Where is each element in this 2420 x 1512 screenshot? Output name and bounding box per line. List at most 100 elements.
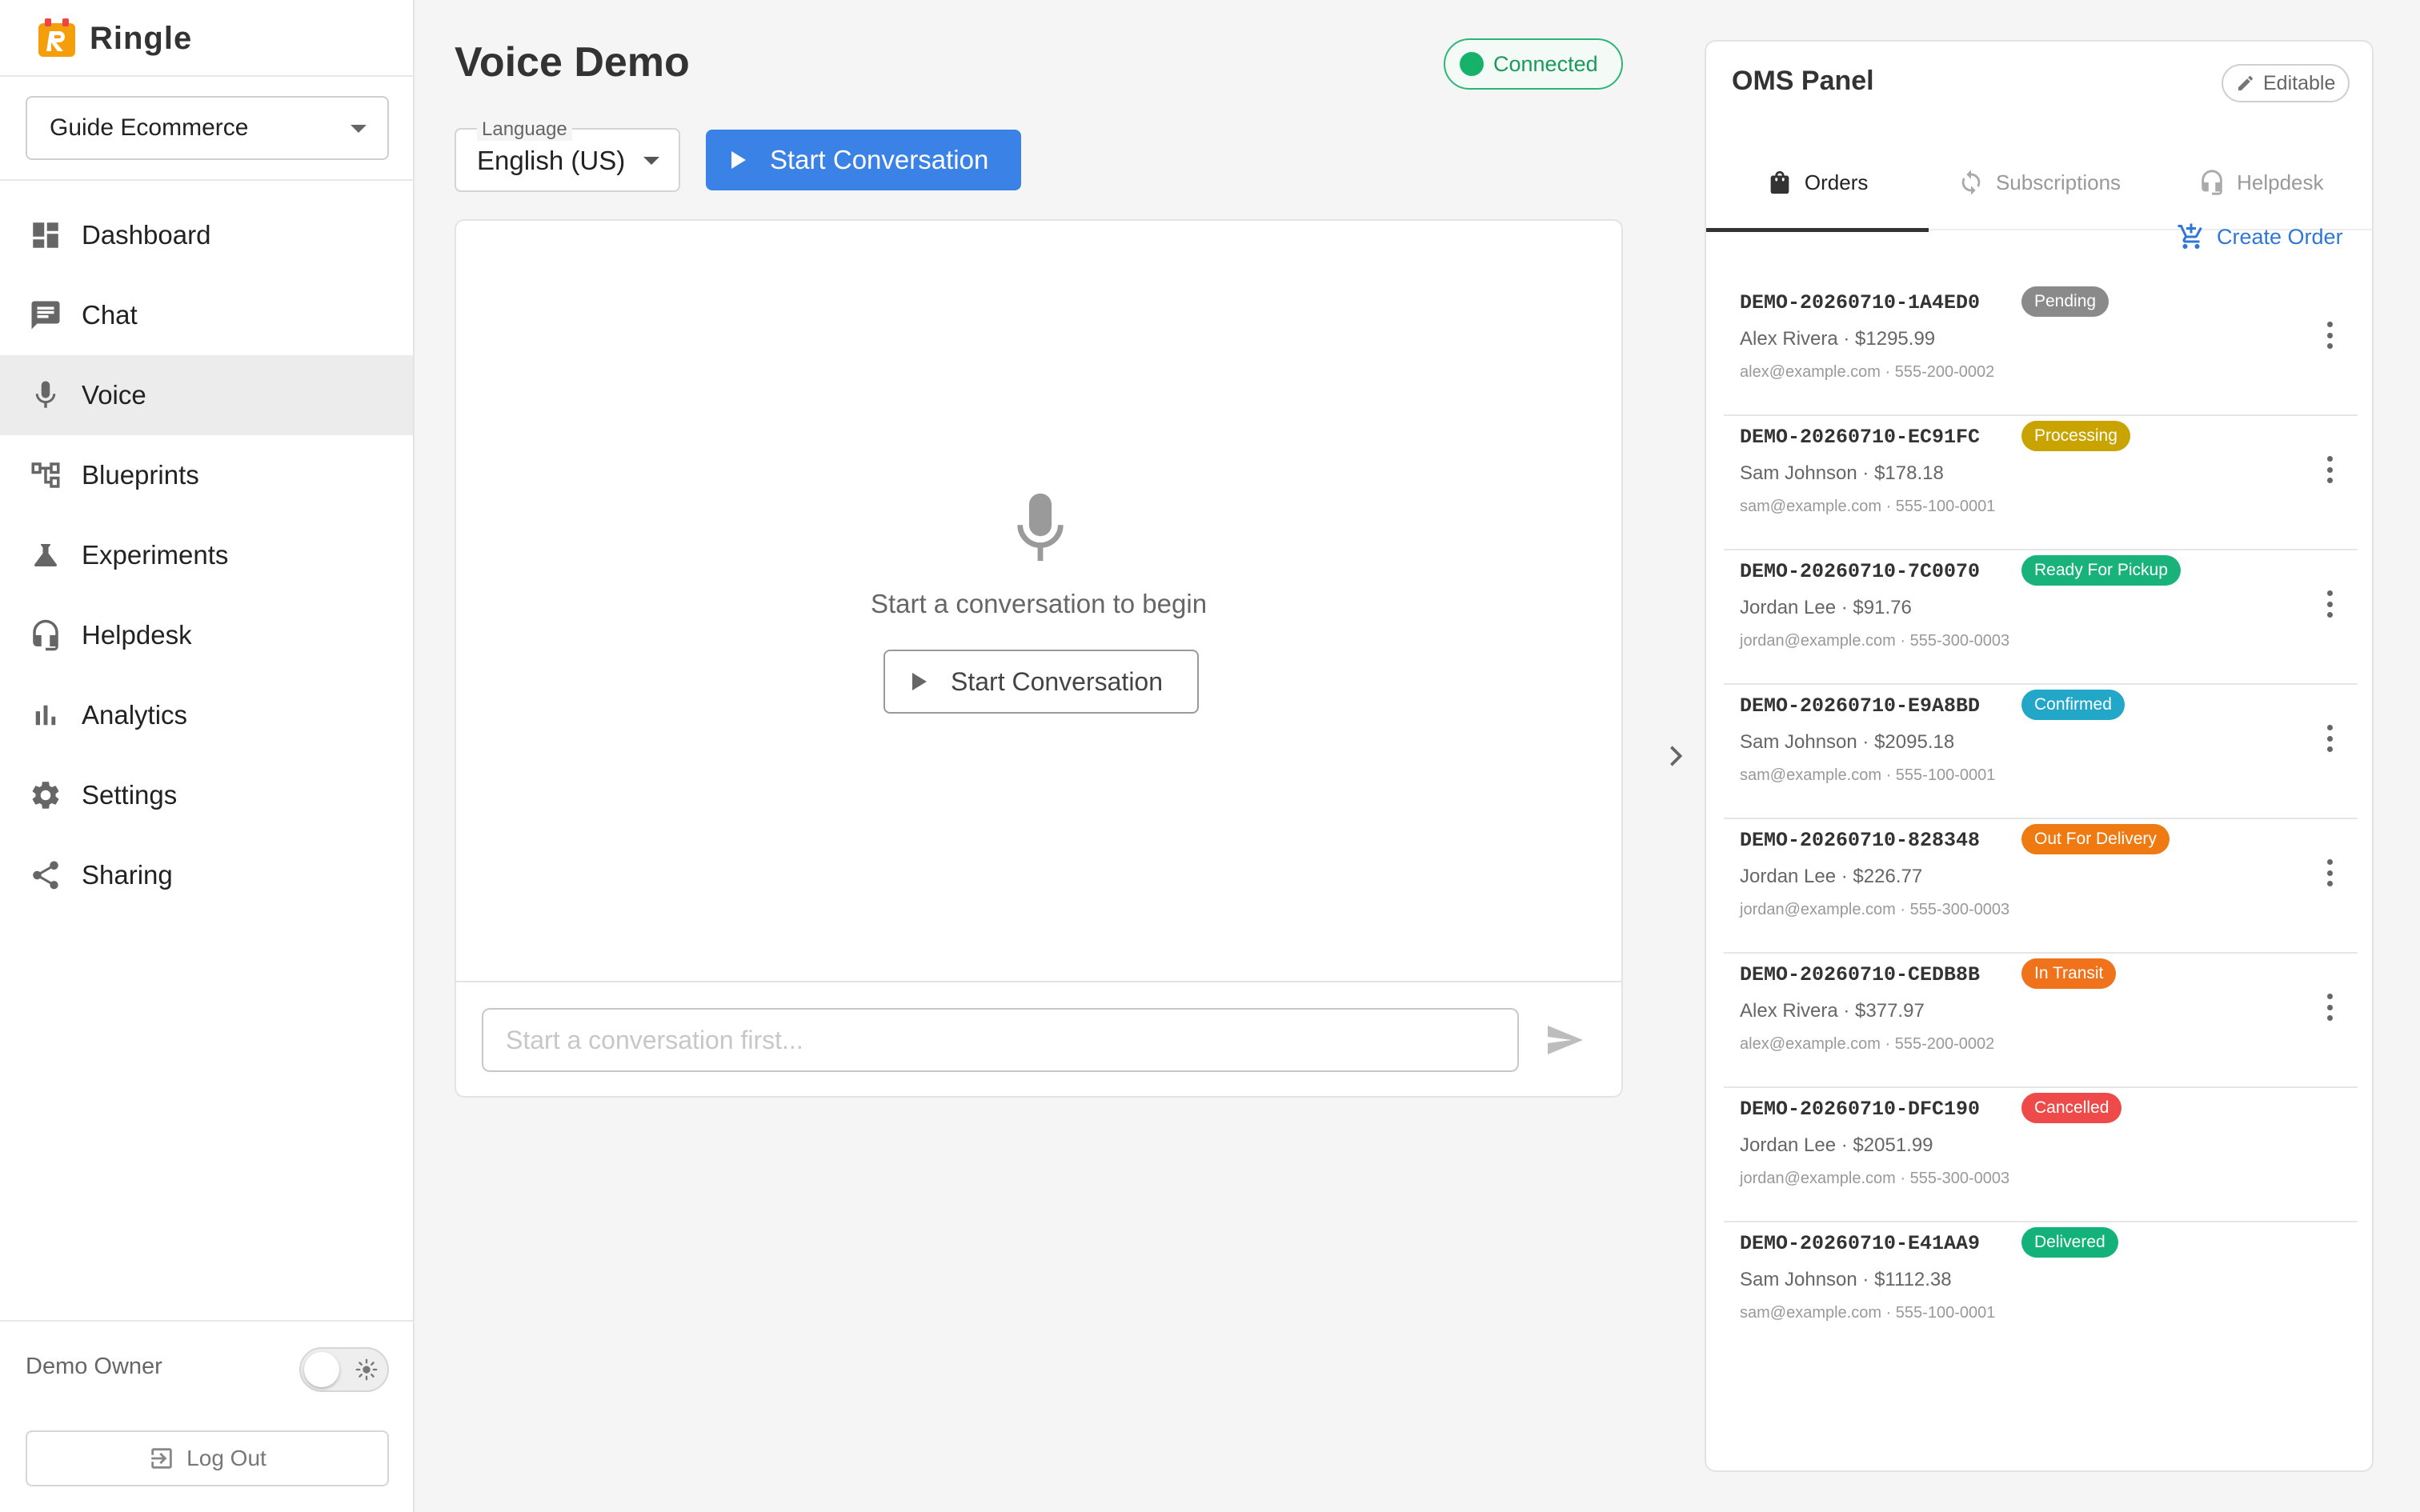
bag-icon	[1770, 170, 1789, 194]
logout-icon	[151, 1448, 172, 1469]
order-id: DEMO-20260710-E9A8BD	[1740, 694, 1981, 718]
list-item[interactable]: DEMO-20260710-828348 Out For Delivery Jo…	[1724, 819, 2358, 954]
sidebar-item-analytics[interactable]: Analytics	[0, 675, 413, 755]
gear-icon	[29, 778, 62, 812]
list-item[interactable]: DEMO-20260710-1A4ED0 Pending Alex Rivera…	[1724, 282, 2358, 416]
tab-subscriptions[interactable]: Subscriptions	[1928, 134, 2150, 230]
status-badge: Confirmed	[2021, 690, 2125, 720]
status-badge: Pending	[2021, 286, 2109, 317]
order-id: DEMO-20260710-7C0070	[1740, 560, 1981, 583]
list-item[interactable]: DEMO-20260710-EC91FC Processing Sam John…	[1724, 416, 2358, 550]
divider	[456, 981, 1621, 982]
more-vert-icon[interactable]	[2326, 725, 2334, 752]
sidebar-item-label: Experiments	[82, 540, 229, 570]
sidebar-item-chat[interactable]: Chat	[0, 275, 413, 355]
status-badge: Delivered	[2021, 1227, 2118, 1258]
list-item[interactable]: DEMO-20260710-7C0070 Ready For Pickup Jo…	[1724, 550, 2358, 685]
chevron-down-icon	[643, 157, 659, 165]
status-badge: Ready For Pickup	[2021, 555, 2181, 586]
order-contact: sam@example.com · 555-100-0001	[1740, 766, 1996, 784]
tab-helpdesk[interactable]: Helpdesk	[2150, 134, 2372, 230]
play-icon	[912, 673, 927, 690]
status-badge: Out For Delivery	[2021, 824, 2170, 854]
list-item[interactable]: DEMO-20260710-CEDB8B In Transit Alex Riv…	[1724, 954, 2358, 1088]
tab-label: Subscriptions	[1995, 170, 2122, 194]
more-vert-icon[interactable]	[2326, 994, 2334, 1021]
message-input[interactable]: Start a conversation first...	[482, 1008, 1519, 1072]
order-contact: sam@example.com · 555-100-0001	[1740, 1304, 1996, 1322]
send-icon[interactable]	[1546, 1024, 1585, 1056]
list-item[interactable]: DEMO-20260710-E9A8BD Confirmed Sam Johns…	[1724, 685, 2358, 819]
more-vert-icon[interactable]	[2326, 322, 2334, 349]
owner-label: Demo Owner	[26, 1354, 162, 1379]
start-conversation-button[interactable]: Start Conversation	[706, 130, 1021, 190]
conversation-panel: Start a conversation to begin Start Conv…	[455, 219, 1623, 1098]
create-order-button[interactable]: Create Order	[2177, 221, 2343, 253]
more-vert-icon[interactable]	[2326, 859, 2334, 886]
language-select[interactable]: Language English (US)	[455, 118, 680, 192]
add-cart-icon	[2178, 223, 2202, 249]
headset-icon	[2202, 170, 2222, 195]
sidebar-item-experiments[interactable]: Experiments	[0, 515, 413, 595]
sun-icon	[355, 1358, 378, 1381]
divider	[0, 1320, 415, 1322]
oms-tabs: Orders Subscriptions Helpdesk	[1706, 134, 2372, 232]
empty-state-text: Start a conversation to begin	[870, 589, 1208, 618]
chevron-down-icon	[351, 125, 367, 133]
editable-label: Editable	[2263, 71, 2336, 94]
logout-button[interactable]: Log Out	[26, 1430, 389, 1486]
bar-chart-icon	[29, 698, 62, 732]
list-item[interactable]: DEMO-20260710-DFC190 Cancelled Jordan Le…	[1724, 1088, 2358, 1222]
list-item[interactable]: DEMO-20260710-E41AA9 Delivered Sam Johns…	[1724, 1222, 2358, 1357]
theme-toggle[interactable]	[299, 1347, 389, 1392]
more-vert-icon[interactable]	[2326, 590, 2334, 618]
brand[interactable]: Ringle	[37, 16, 192, 61]
oms-panel: OMS Panel Editable Orders Subscriptions …	[1705, 40, 2374, 1472]
order-customer: Alex Rivera · $1295.99	[1740, 328, 1936, 350]
tab-orders[interactable]: Orders	[1706, 134, 1929, 232]
order-contact: alex@example.com · 555-200-0002	[1740, 1035, 1995, 1053]
sidebar-item-label: Settings	[82, 780, 178, 810]
start-conversation-secondary-button[interactable]: Start Conversation	[883, 650, 1199, 714]
divider	[0, 179, 415, 181]
mic-icon	[29, 378, 62, 412]
sidebar-item-label: Chat	[82, 300, 138, 330]
workspace-select[interactable]: Guide Ecommerce	[26, 96, 389, 160]
logout-label: Log Out	[186, 1446, 266, 1470]
sidebar-item-settings[interactable]: Settings	[0, 755, 413, 835]
order-contact: jordan@example.com · 555-300-0003	[1740, 901, 2010, 918]
start-conversation-label: Start Conversation	[951, 666, 1164, 696]
order-customer: Sam Johnson · $178.18	[1740, 462, 1944, 484]
start-conversation-label: Start Conversation	[770, 145, 989, 174]
order-contact: jordan@example.com · 555-300-0003	[1740, 1170, 2010, 1187]
sidebar-item-voice[interactable]: Voice	[0, 355, 413, 435]
sidebar-item-helpdesk[interactable]: Helpdesk	[0, 595, 413, 675]
toggle-knob	[304, 1352, 339, 1387]
editable-chip[interactable]: Editable	[2222, 64, 2350, 102]
sidebar-item-blueprints[interactable]: Blueprints	[0, 435, 413, 515]
order-customer: Alex Rivera · $377.97	[1740, 1000, 1925, 1022]
order-customer: Jordan Lee · $2051.99	[1740, 1134, 1933, 1156]
order-id: DEMO-20260710-CEDB8B	[1740, 963, 1981, 986]
chat-icon	[29, 298, 62, 332]
refresh-icon	[1961, 170, 1981, 195]
order-id: DEMO-20260710-E41AA9	[1740, 1232, 1981, 1255]
more-vert-icon[interactable]	[2326, 456, 2334, 483]
order-list: DEMO-20260710-1A4ED0 Pending Alex Rivera…	[1724, 282, 2358, 1357]
sidebar-item-dashboard[interactable]: Dashboard	[0, 195, 413, 275]
order-id: DEMO-20260710-1A4ED0	[1740, 291, 1981, 314]
order-contact: sam@example.com · 555-100-0001	[1740, 498, 1996, 515]
sidebar-item-label: Dashboard	[82, 220, 211, 250]
language-value: English (US)	[477, 146, 626, 175]
status-badge: In Transit	[2021, 958, 2117, 989]
sidebar-item-label: Helpdesk	[82, 620, 192, 650]
order-contact: alex@example.com · 555-200-0002	[1740, 363, 1995, 381]
order-customer: Jordan Lee · $91.76	[1740, 597, 1912, 618]
create-order-label: Create Order	[2217, 224, 2343, 249]
status-badge: Processing	[2021, 421, 2130, 451]
page-title: Voice Demo	[455, 39, 690, 86]
order-id: DEMO-20260710-828348	[1740, 829, 1981, 852]
chevron-right-icon[interactable]	[1666, 744, 1685, 768]
order-customer: Jordan Lee · $226.77	[1740, 866, 1923, 887]
sidebar-item-sharing[interactable]: Sharing	[0, 835, 413, 915]
